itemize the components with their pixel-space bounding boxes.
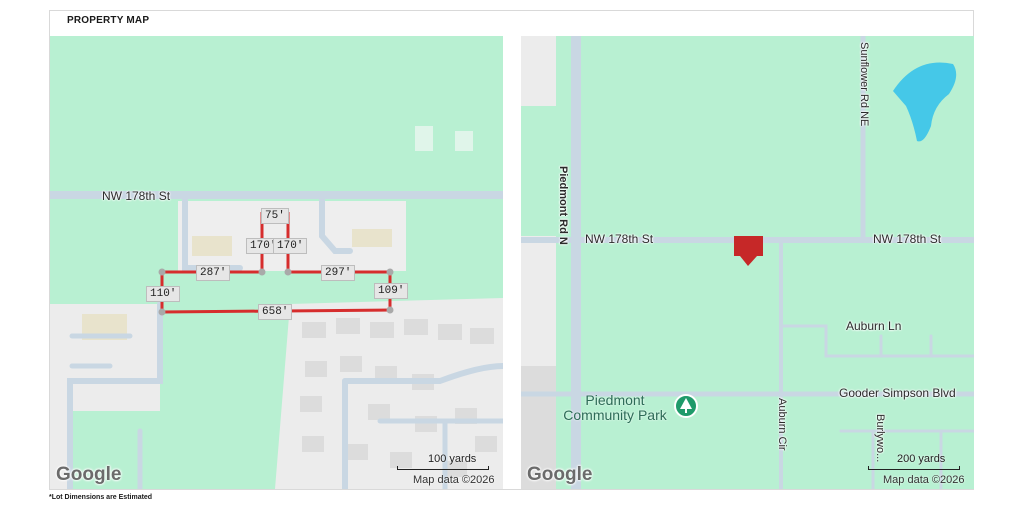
poi-label-piedmont-park[interactable]: Piedmont Community Park [551, 393, 679, 423]
dim-label: 658' [258, 304, 293, 320]
street-label-nw-178th: NW 178th St [102, 189, 171, 203]
street-label-auburn-ln: Auburn Ln [846, 319, 902, 333]
street-label-piedmont: Piedmont Rd N [557, 166, 569, 245]
location-map[interactable]: Piedmont Rd N Sunflower Rd NE NW 178th S… [521, 36, 974, 489]
scale-bar [868, 466, 960, 470]
street-label-gooder-simpson: Gooder Simpson Blvd [839, 386, 956, 400]
street-label-sunflower: Sunflower Rd NE [858, 42, 870, 127]
scale-label: 200 yards [897, 453, 946, 465]
street-label-burlywood: Burlywo... [874, 414, 886, 463]
map-attribution[interactable]: Map data ©2026 [883, 474, 965, 486]
parcel-map-canvas [50, 36, 503, 489]
dim-label: 110' [146, 286, 181, 302]
dim-label: 170' [273, 238, 308, 254]
dim-label: 287' [196, 265, 231, 281]
footnote: *Lot Dimensions are Estimated [49, 494, 153, 501]
parcel-map[interactable]: NW 178th St 75' 170' 170' 287' 297' 110'… [50, 36, 503, 489]
page-title: PROPERTY MAP [67, 15, 150, 26]
google-logo: Google [527, 464, 593, 485]
google-logo: Google [56, 464, 122, 485]
street-label-nw-178th: NW 178th St [873, 232, 942, 246]
dim-label: 75' [261, 208, 289, 224]
scale-bar [397, 466, 489, 470]
dim-label: 297' [321, 265, 356, 281]
street-label-auburn-cir: Auburn Cir [776, 398, 788, 451]
street-label-nw-178th: NW 178th St [585, 232, 654, 246]
scale-label: 100 yards [428, 453, 477, 465]
dim-label: 109' [374, 283, 409, 299]
map-attribution[interactable]: Map data ©2026 [413, 474, 495, 486]
